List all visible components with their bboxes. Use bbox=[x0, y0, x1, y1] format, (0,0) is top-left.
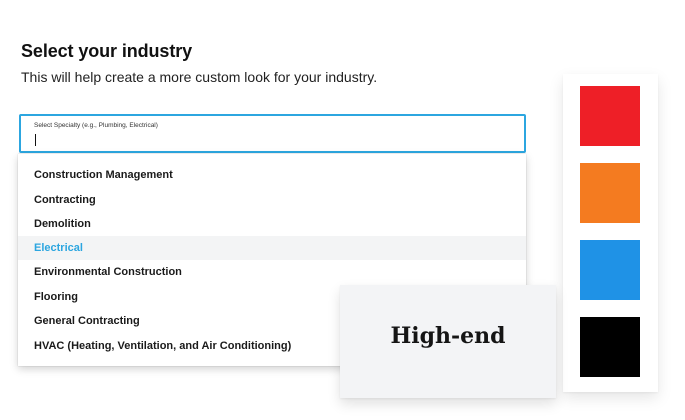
style-tag-card: High-end bbox=[340, 285, 556, 398]
dropdown-option-construction-management[interactable]: Construction Management bbox=[18, 163, 526, 187]
specialty-input[interactable]: Select Specialty (e.g., Plumbing, Electr… bbox=[19, 114, 526, 153]
color-swatch-black[interactable] bbox=[580, 317, 640, 377]
page-title: Select your industry bbox=[21, 41, 193, 61]
dropdown-option-electrical[interactable]: Electrical bbox=[18, 236, 526, 260]
specialty-input-label: Select Specialty (e.g., Plumbing, Electr… bbox=[34, 122, 158, 129]
dropdown-option-contracting[interactable]: Contracting bbox=[18, 188, 526, 212]
style-tag-label: High-end bbox=[390, 323, 506, 349]
color-swatch-red[interactable] bbox=[580, 86, 640, 146]
dropdown-option-environmental-construction[interactable]: Environmental Construction bbox=[18, 260, 526, 284]
dropdown-option-demolition[interactable]: Demolition bbox=[18, 212, 526, 236]
color-swatch-blue[interactable] bbox=[580, 240, 640, 300]
color-swatch-orange[interactable] bbox=[580, 163, 640, 223]
text-cursor bbox=[35, 134, 36, 146]
page-subtitle: This will help create a more custom look… bbox=[21, 69, 378, 85]
